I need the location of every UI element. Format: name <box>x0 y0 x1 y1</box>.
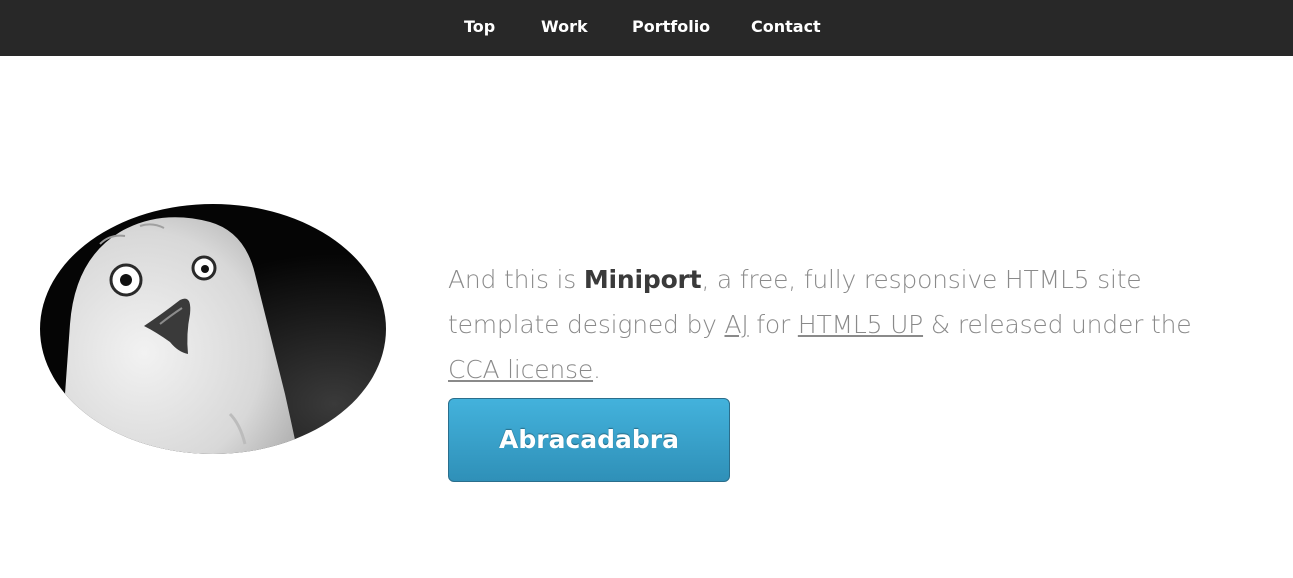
intro-text: And this is Miniport, a free, fully resp… <box>448 257 1248 392</box>
owl-photo <box>40 204 386 454</box>
site-name: Miniport <box>583 265 702 294</box>
owl-image <box>40 204 386 454</box>
intro-for: for <box>748 310 798 339</box>
abracadabra-button[interactable]: Abracadabra <box>448 398 730 482</box>
intro-prefix: And this is <box>448 265 584 294</box>
intro-end: . <box>593 355 601 384</box>
intro-released: & released under the <box>923 310 1192 339</box>
nav-link-top[interactable]: Top <box>464 17 495 37</box>
license-link[interactable]: CCA license <box>448 355 593 384</box>
nav-list: Top Work Portfolio Contact <box>0 0 1293 56</box>
nav-link-contact[interactable]: Contact <box>751 17 821 37</box>
nav-link-portfolio[interactable]: Portfolio <box>632 17 710 37</box>
top-navigation: Top Work Portfolio Contact <box>0 0 1293 56</box>
nav-link-work[interactable]: Work <box>541 17 588 37</box>
author-link[interactable]: AJ <box>724 310 748 339</box>
html5up-link[interactable]: HTML5 UP <box>798 310 923 339</box>
